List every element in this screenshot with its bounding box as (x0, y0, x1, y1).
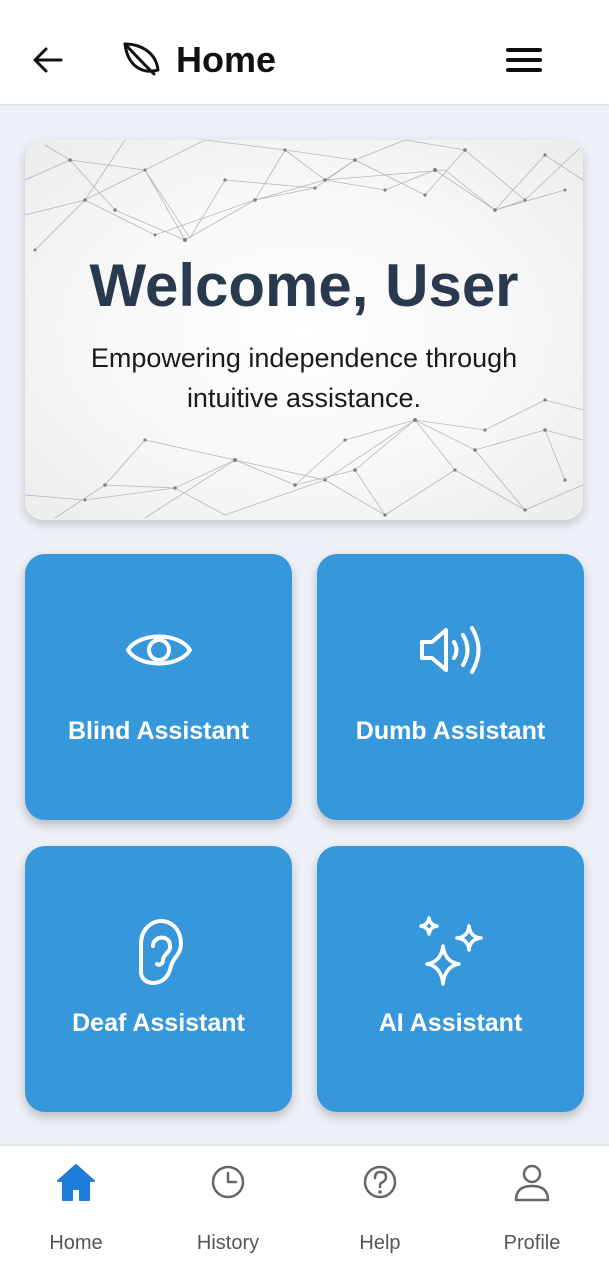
nav-item-help[interactable]: Help (310, 1162, 450, 1266)
user-icon (514, 1164, 550, 1202)
leaf-icon (123, 42, 160, 76)
nav-label-help: Help (359, 1232, 401, 1254)
arrow-left-icon (33, 47, 63, 73)
blind-assistant-tile[interactable]: Blind Assistant (25, 554, 292, 820)
nav-label-history: History (196, 1232, 260, 1254)
nav-item-profile[interactable]: Profile (462, 1162, 602, 1266)
welcome-title: Welcome, User (89, 252, 519, 319)
speaker-icon (419, 626, 480, 674)
nav-label-profile: Profile (503, 1232, 561, 1254)
sparkles-icon (418, 916, 483, 986)
tile-label: Dumb Assistant (355, 717, 546, 745)
dumb-assistant-tile[interactable]: Dumb Assistant (317, 554, 584, 820)
ai-assistant-tile[interactable]: AI Assistant (317, 846, 584, 1112)
welcome-subtitle: Empowering independence through intuitiv… (90, 343, 518, 413)
clock-icon (211, 1165, 245, 1199)
tile-label: Blind Assistant (67, 717, 250, 745)
ear-icon (138, 919, 183, 985)
bottom-navigation: Home History Help Profile (0, 1144, 609, 1280)
eye-icon (125, 634, 192, 666)
hamburger-menu-icon (506, 48, 542, 72)
network-pattern (25, 140, 583, 519)
nav-label-home: Home (49, 1232, 103, 1254)
tile-label: AI Assistant (378, 1009, 523, 1037)
nav-item-history[interactable]: History (158, 1162, 298, 1266)
welcome-card: Welcome, User Empowering independence th… (25, 140, 583, 520)
deaf-assistant-tile[interactable]: Deaf Assistant (25, 846, 292, 1112)
help-icon (363, 1165, 397, 1199)
app-header: Home (0, 0, 609, 106)
menu-button[interactable] (498, 36, 550, 84)
nav-item-home[interactable]: Home (6, 1162, 146, 1266)
tile-label: Deaf Assistant (72, 1009, 245, 1037)
back-button[interactable] (24, 36, 72, 84)
page-title: Home (176, 39, 277, 80)
home-icon (57, 1164, 95, 1201)
